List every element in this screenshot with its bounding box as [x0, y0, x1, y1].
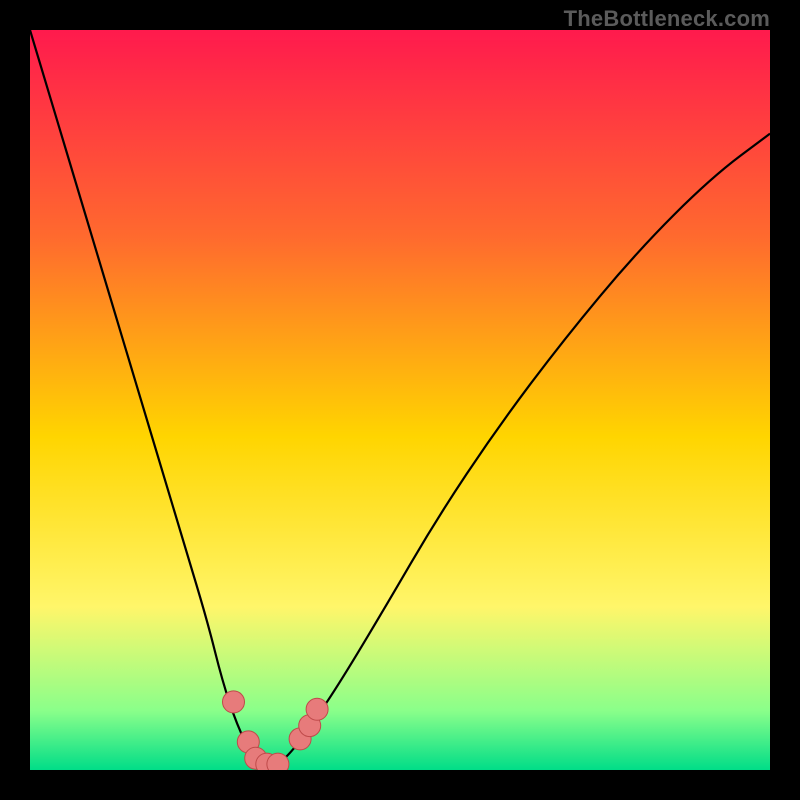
data-marker — [306, 698, 328, 720]
chart-frame: TheBottleneck.com — [0, 0, 800, 800]
data-marker — [267, 753, 289, 770]
plot-area — [30, 30, 770, 770]
watermark-label: TheBottleneck.com — [564, 6, 770, 32]
data-marker — [223, 691, 245, 713]
gradient-background — [30, 30, 770, 770]
